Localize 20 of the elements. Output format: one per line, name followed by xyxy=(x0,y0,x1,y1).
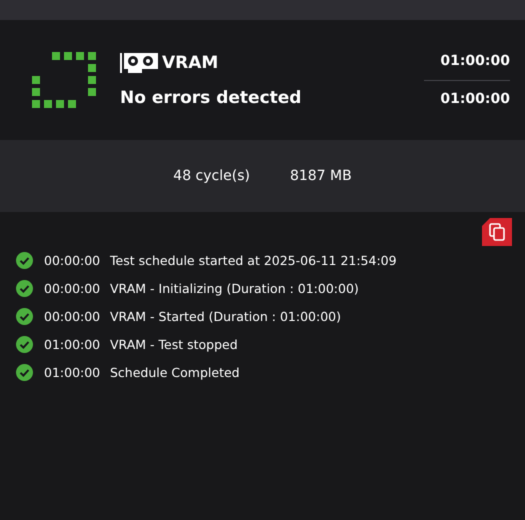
duration-time: 01:00:00 xyxy=(440,91,510,107)
test-result: No errors detected xyxy=(120,88,302,108)
test-name: VRAM xyxy=(162,53,218,73)
log-message: VRAM - Test stopped xyxy=(110,336,238,352)
log-time: 00:00:00 xyxy=(44,252,102,268)
graphics-card-icon xyxy=(120,52,158,74)
log-time: 00:00:00 xyxy=(44,280,102,296)
log-message: Schedule Completed xyxy=(110,364,240,380)
elapsed-time: 01:00:00 xyxy=(440,53,510,69)
memory-size: 8187 MB xyxy=(290,168,352,184)
log-message: Test schedule started at 2025-06-11 21:54:09 xyxy=(110,252,397,268)
log-message: VRAM - Started (Duration : 01:00:00) xyxy=(110,308,341,324)
log-time: 01:00:00 xyxy=(44,364,102,380)
progress-spinner-icon xyxy=(32,52,96,108)
copy-button[interactable] xyxy=(482,218,512,246)
log-time: 00:00:00 xyxy=(44,308,102,324)
copy-icon xyxy=(489,223,505,241)
log-time: 01:00:00 xyxy=(44,336,102,352)
log-message: VRAM - Initializing (Duration : 01:00:00) xyxy=(110,280,359,296)
cycle-count: 48 cycle(s) xyxy=(173,168,250,184)
